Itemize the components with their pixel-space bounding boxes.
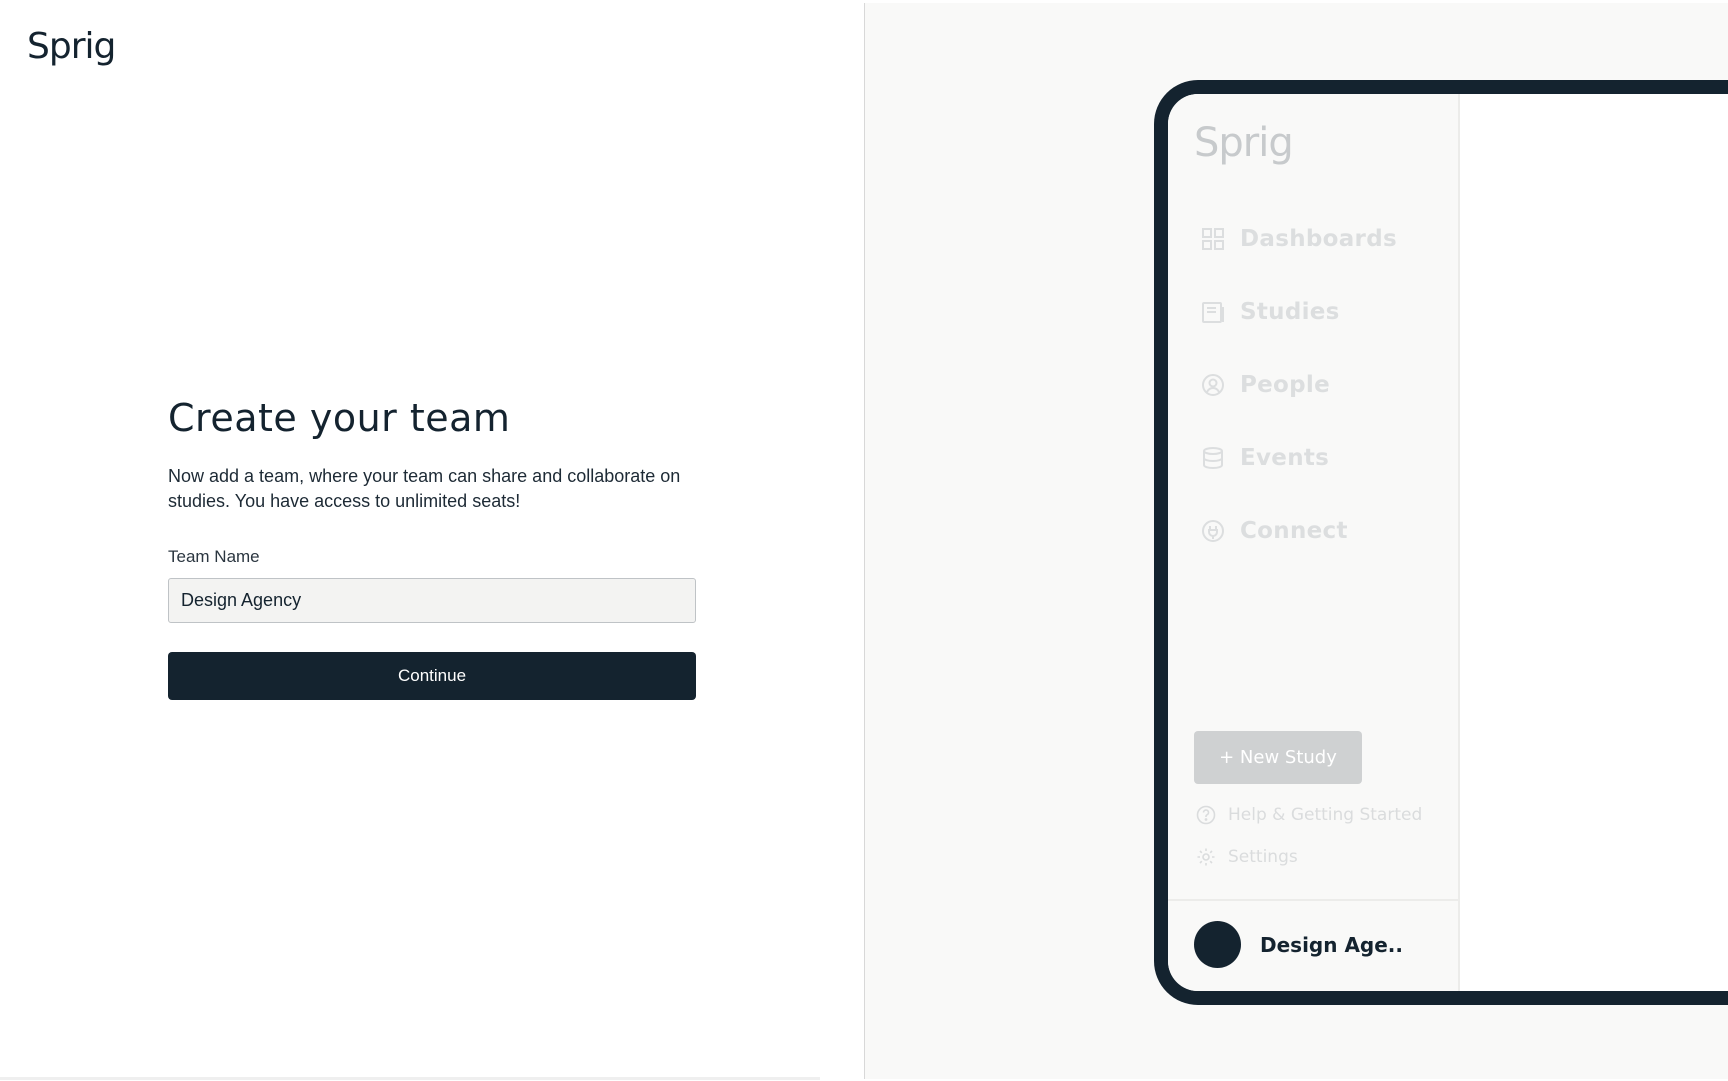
team-name-input[interactable] <box>168 578 696 623</box>
preview-account: Design Age.. <box>1194 921 1403 968</box>
preview-nav-label: Studies <box>1240 298 1340 325</box>
person-circle-icon <box>1200 372 1226 398</box>
preview-nav-label: People <box>1240 371 1331 398</box>
sprig-logo: Sprig <box>27 26 116 67</box>
preview-settings-link: Settings <box>1196 847 1298 867</box>
database-icon <box>1200 445 1226 471</box>
account-divider <box>1168 899 1460 901</box>
preview-nav-label: Events <box>1240 444 1330 471</box>
help-label: Help & Getting Started <box>1228 805 1423 825</box>
help-icon <box>1196 805 1216 825</box>
app-preview-panel: Sprig Dashboards Studies People Events C… <box>865 3 1728 1079</box>
team-name-label: Team Name <box>168 547 260 566</box>
preview-sprig-logo: Sprig <box>1194 120 1294 166</box>
preview-new-study-button: + New Study <box>1194 731 1362 784</box>
preview-nav-item-people: People <box>1200 348 1397 421</box>
document-icon <box>1200 299 1226 325</box>
page-title: Create your team <box>168 396 511 440</box>
preview-nav-item-studies: Studies <box>1200 275 1397 348</box>
preview-nav-item-events: Events <box>1200 421 1397 494</box>
continue-button[interactable]: Continue <box>168 652 696 700</box>
preview-nav-label: Dashboards <box>1240 225 1397 252</box>
account-name: Design Age.. <box>1260 932 1403 957</box>
preview-help-link: Help & Getting Started <box>1196 805 1422 825</box>
plug-icon <box>1200 518 1226 544</box>
preview-nav-item-connect: Connect <box>1200 494 1397 567</box>
preview-nav-item-dashboards: Dashboards <box>1200 202 1397 275</box>
device-frame: Sprig Dashboards Studies People Events C… <box>1154 80 1728 1005</box>
avatar <box>1194 921 1241 968</box>
settings-label: Settings <box>1228 847 1298 867</box>
preview-nav: Dashboards Studies People Events Connect <box>1200 202 1397 567</box>
create-team-form: Create your team Now add a team, where y… <box>168 392 696 700</box>
grid-icon <box>1200 226 1226 252</box>
bottom-divider <box>0 1077 820 1080</box>
gear-icon <box>1196 847 1216 867</box>
preview-nav-label: Connect <box>1240 517 1348 544</box>
onboarding-panel: Sprig Create your team Now add a team, w… <box>0 0 864 1081</box>
page-subtitle: Now add a team, where your team can shar… <box>168 466 681 511</box>
preview-sidebar: Sprig Dashboards Studies People Events C… <box>1168 94 1460 991</box>
